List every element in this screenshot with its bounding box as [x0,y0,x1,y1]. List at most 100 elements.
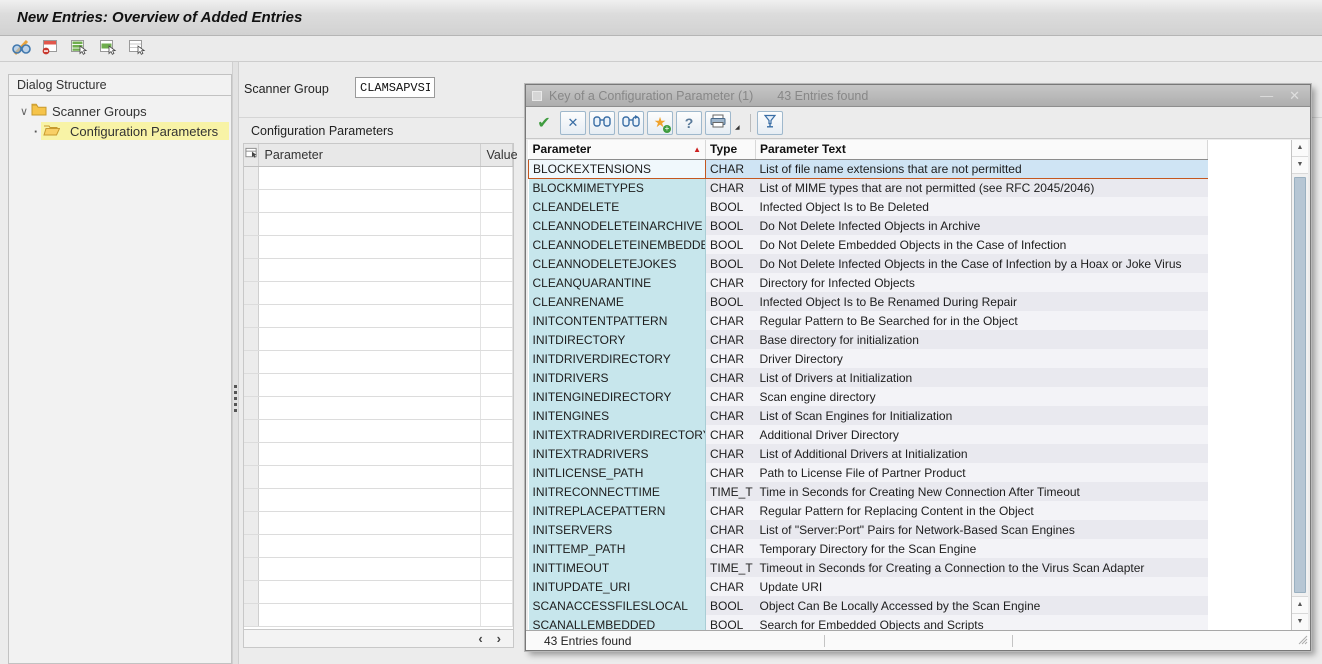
cell-type[interactable]: BOOL [706,615,756,630]
filter-button[interactable] [757,111,783,135]
sel-col-cell[interactable] [244,604,258,627]
cell-param[interactable]: INITENGINEDIRECTORY [529,387,706,406]
cell-param[interactable]: BLOCKEXTENSIONS [529,159,706,178]
sel-col-cell[interactable] [244,236,258,259]
param-col-cell[interactable] [258,282,480,305]
cell-text[interactable]: List of MIME types that are not permitte… [756,178,1208,197]
cell-text[interactable]: Infected Object Is to Be Renamed During … [756,292,1208,311]
sel-col-cell[interactable] [244,351,258,374]
param-row[interactable]: CLEANNODELETEJOKESBOOLDo Not Delete Infe… [529,254,1208,273]
value-col-cell[interactable] [480,374,513,397]
cell-param[interactable]: INITTIMEOUT [529,558,706,577]
cell-type[interactable]: CHAR [706,368,756,387]
param-col-cell[interactable] [258,466,480,489]
cell-param[interactable]: INITEXTRADRIVERS [529,444,706,463]
cell-type[interactable]: CHAR [706,425,756,444]
resize-grip[interactable] [1297,634,1308,648]
cell-param[interactable]: INITEXTRADRIVERDIRECTORY [529,425,706,444]
sel-col-cell[interactable] [244,190,258,213]
dialog-title-bar[interactable]: Key of a Configuration Parameter (1) 43 … [526,85,1310,107]
cell-type[interactable]: BOOL [706,216,756,235]
empty-row[interactable] [244,489,513,512]
empty-row[interactable] [244,466,513,489]
param-col-cell[interactable] [258,397,480,420]
param-row[interactable]: INITTEMP_PATHCHARTemporary Directory for… [529,539,1208,558]
cell-type[interactable]: CHAR [706,311,756,330]
param-row[interactable]: INITTIMEOUTTIME_TTimeout in Seconds for … [529,558,1208,577]
cell-type[interactable]: BOOL [706,197,756,216]
close-button[interactable]: ✕ [1289,88,1300,104]
value-col-cell[interactable] [480,213,513,236]
param-row[interactable]: INITSERVERSCHARList of "Server:Port" Pai… [529,520,1208,539]
cell-type[interactable]: CHAR [706,387,756,406]
value-col-cell[interactable] [480,604,513,627]
print-dropdown-caret[interactable]: ◢ [735,124,740,131]
cell-text[interactable]: Do Not Delete Infected Objects in the Ca… [756,254,1208,273]
scroll-up-button-bottom[interactable]: ▲ [1292,596,1308,613]
cell-text[interactable]: Search for Embedded Objects and Scripts [756,615,1208,630]
param-row[interactable]: CLEANNODELETEINEMBEDDEDBOOLDo Not Delete… [529,235,1208,254]
splitter-grip[interactable] [234,382,237,415]
panel-splitter[interactable] [232,62,239,664]
sel-col-cell[interactable] [244,466,258,489]
param-col-cell[interactable] [258,305,480,328]
value-col-cell[interactable] [480,351,513,374]
param-row[interactable]: INITENGINESCHARList of Scan Engines for … [529,406,1208,425]
empty-row[interactable] [244,512,513,535]
sel-col-cell[interactable] [244,397,258,420]
cell-param[interactable]: CLEANRENAME [529,292,706,311]
empty-row[interactable] [244,581,513,604]
cell-param[interactable]: INITSERVERS [529,520,706,539]
sel-col-cell[interactable] [244,443,258,466]
cell-text[interactable]: Update URI [756,577,1208,596]
cell-param[interactable]: SCANALLEMBEDDED [529,615,706,630]
cell-type[interactable]: CHAR [706,178,756,197]
cell-param[interactable]: SCANACCESSFILESLOCAL [529,596,706,615]
param-row[interactable]: INITEXTRADRIVERDIRECTORYCHARAdditional D… [529,425,1208,444]
empty-row[interactable] [244,443,513,466]
value-col-cell[interactable] [480,328,513,351]
cell-type[interactable]: CHAR [706,520,756,539]
param-row[interactable]: BLOCKEXTENSIONSCHARList of file name ext… [529,159,1208,178]
param-row[interactable]: SCANACCESSFILESLOCALBOOLObject Can Be Lo… [529,596,1208,615]
value-col-cell[interactable] [480,190,513,213]
param-row[interactable]: INITDRIVERSCHARList of Drivers at Initia… [529,368,1208,387]
param-row[interactable]: INITENGINEDIRECTORYCHARScan engine direc… [529,387,1208,406]
cell-type[interactable]: BOOL [706,292,756,311]
cell-type[interactable]: CHAR [706,330,756,349]
empty-row[interactable] [244,351,513,374]
param-col-cell[interactable] [258,167,480,190]
cell-text[interactable]: Do Not Delete Embedded Objects in the Ca… [756,235,1208,254]
value-col-cell[interactable] [480,167,513,190]
cell-type[interactable]: TIME_T [706,558,756,577]
cell-text[interactable]: Regular Pattern to Be Searched for in th… [756,311,1208,330]
cell-text[interactable]: Infected Object Is to Be Deleted [756,197,1208,216]
empty-row[interactable] [244,535,513,558]
param-row[interactable]: INITCONTENTPATTERNCHARRegular Pattern to… [529,311,1208,330]
param-col-cell[interactable] [258,604,480,627]
cell-param[interactable]: CLEANNODELETEINEMBEDDED [529,235,706,254]
minimize-button[interactable]: — [1260,88,1273,104]
value-col-cell[interactable] [480,282,513,305]
cancel-button[interactable]: ✕ [560,111,586,135]
empty-row[interactable] [244,259,513,282]
sel-col-cell[interactable] [244,374,258,397]
tree-selection-highlight[interactable]: Configuration Parameters [41,122,229,140]
empty-row[interactable] [244,604,513,627]
param-row[interactable]: CLEANRENAMEBOOLInfected Object Is to Be … [529,292,1208,311]
cell-text[interactable]: List of Scan Engines for Initialization [756,406,1208,425]
help-button[interactable]: ? [676,111,702,135]
sel-col-cell[interactable] [244,558,258,581]
column-header-parameter[interactable]: Parameter [258,144,480,166]
select-block-button[interactable] [97,39,119,59]
cell-text[interactable]: Object Can Be Locally Accessed by the Sc… [756,596,1208,615]
empty-row[interactable] [244,374,513,397]
value-col-cell[interactable] [480,489,513,512]
cell-type[interactable]: CHAR [706,501,756,520]
value-col-cell[interactable] [480,466,513,489]
param-col-cell[interactable] [258,236,480,259]
scanner-group-field[interactable] [355,77,435,98]
sel-col-cell[interactable] [244,420,258,443]
cell-text[interactable]: Additional Driver Directory [756,425,1208,444]
cell-type[interactable]: CHAR [706,463,756,482]
